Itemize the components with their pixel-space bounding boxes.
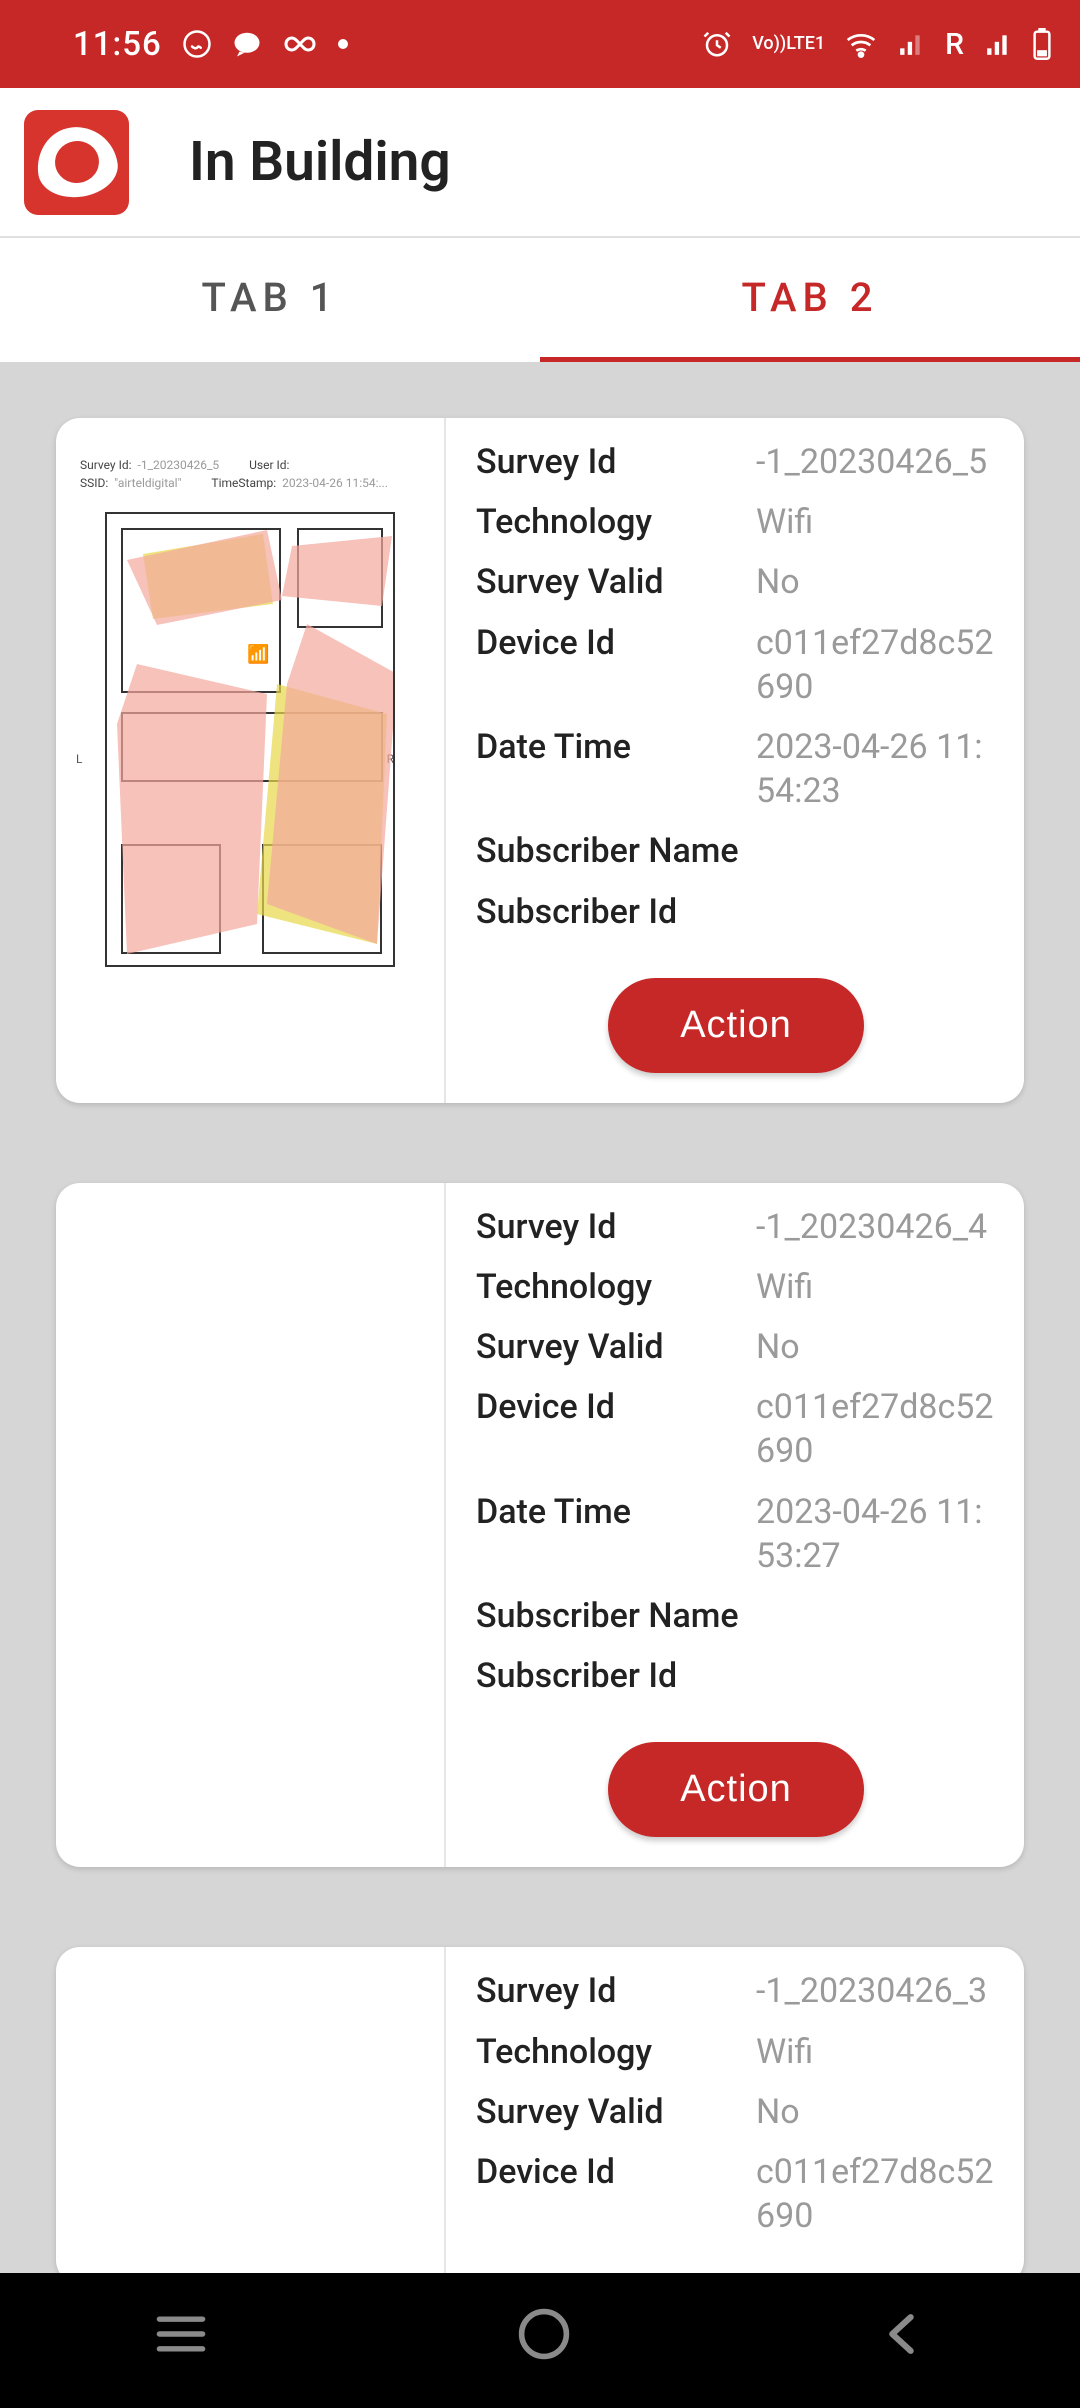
status-bar: 11:56 Vo))LTE1 R [0,0,1080,88]
survey-details: Survey Id-1_20230426_3 TechnologyWifi Su… [446,1947,1024,2284]
signal-icon [897,31,925,57]
tab-1[interactable]: TAB 1 [0,238,540,362]
survey-card: Survey Id: -1_20230426_5 User Id: SSID: "a… [56,418,1024,1103]
survey-card: Survey Id-1_20230426_4 TechnologyWifi Su… [56,1183,1024,1868]
value-subscriber-id [756,1654,996,1698]
value-survey-id: -1_20230426_4 [756,1205,996,1249]
survey-details: Survey Id-1_20230426_5 TechnologyWifi Su… [446,418,1024,1103]
label-survey-valid: Survey Valid [476,2090,756,2134]
label-device-id: Device Id [476,621,756,709]
label-subscriber-name: Subscriber Name [476,1594,756,1638]
thumb-survey-id-label: Survey Id: [80,458,132,472]
label-device-id: Device Id [476,1385,756,1473]
value-technology: Wifi [756,500,996,544]
thumb-user-id-label: User Id: [249,458,289,472]
tab-2[interactable]: TAB 2 [540,238,1080,362]
app-bar: In Building [0,88,1080,238]
whatsapp-icon [182,29,212,59]
label-date-time: Date Time [476,725,756,813]
value-survey-id: -1_20230426_5 [756,440,996,484]
tab-bar: TAB 1 TAB 2 [0,238,1080,362]
thumb-ts-value: 2023-04-26 11:54:... [282,476,388,490]
thumb-ssid-value: "airteldigital" [114,476,181,490]
action-button[interactable]: Action [608,978,864,1073]
thumb-survey-id-value: -1_20230426_5 [138,458,220,472]
status-time: 11:56 [73,25,162,64]
label-survey-id: Survey Id [476,440,756,484]
thumb-ssid-label: SSID: [80,476,108,490]
label-technology: Technology [476,500,756,544]
label-device-id: Device Id [476,2150,756,2238]
signal2-icon [984,31,1012,57]
dot-icon [338,39,348,49]
system-nav-bar [0,2273,1080,2408]
value-subscriber-name [756,829,996,873]
battery-icon [1032,28,1052,60]
volte-label: LTE1 [786,36,825,52]
thumb-ts-label: TimeStamp: [211,476,276,490]
floor-plan: 📶 [105,512,395,967]
wifi-icon [845,30,877,58]
status-left: 11:56 [28,25,348,64]
wifi-marker-icon: 📶 [247,644,269,665]
label-subscriber-id: Subscriber Id [476,890,756,934]
chat-icon [232,29,262,59]
label-survey-valid: Survey Valid [476,1325,756,1369]
roaming-icon: R [945,27,964,62]
value-survey-valid: No [756,1325,996,1369]
label-subscriber-name: Subscriber Name [476,829,756,873]
value-survey-id: -1_20230426_3 [756,1969,996,2013]
value-date-time: 2023-04-26 11:54:23 [756,725,996,813]
content-scroll[interactable]: Survey Id: -1_20230426_5 User Id: SSID: "a… [0,362,1080,2340]
value-device-id: c011ef27d8c52690 [756,2150,996,2238]
action-button[interactable]: Action [608,1742,864,1837]
infinity-icon [282,34,318,54]
label-subscriber-id: Subscriber Id [476,1654,756,1698]
survey-details: Survey Id-1_20230426_4 TechnologyWifi Su… [446,1183,1024,1868]
home-button[interactable] [516,2306,572,2366]
alarm-icon [702,29,732,59]
survey-thumbnail[interactable] [56,1947,446,2284]
value-subscriber-id [756,890,996,934]
volte-icon: Vo))LTE1 [752,36,825,52]
label-survey-valid: Survey Valid [476,560,756,604]
value-technology: Wifi [756,1265,996,1309]
label-technology: Technology [476,1265,756,1309]
thumb-left-label: L [76,752,82,766]
value-device-id: c011ef27d8c52690 [756,1385,996,1473]
page-title: In Building [189,130,451,194]
back-button[interactable] [880,2311,926,2361]
survey-thumbnail[interactable]: Survey Id: -1_20230426_5 User Id: SSID: "a… [56,418,446,1103]
label-survey-id: Survey Id [476,1969,756,2013]
label-survey-id: Survey Id [476,1205,756,1249]
value-survey-valid: No [756,2090,996,2134]
value-survey-valid: No [756,560,996,604]
value-technology: Wifi [756,2030,996,2074]
survey-thumbnail[interactable] [56,1183,446,1868]
label-technology: Technology [476,2030,756,2074]
value-device-id: c011ef27d8c52690 [756,621,996,709]
value-subscriber-name [756,1594,996,1638]
label-date-time: Date Time [476,1490,756,1578]
survey-card: Survey Id-1_20230426_3 TechnologyWifi Su… [56,1947,1024,2284]
recents-button[interactable] [154,2313,208,2359]
status-right: Vo))LTE1 R [702,27,1052,62]
value-date-time: 2023-04-26 11:53:27 [756,1490,996,1578]
app-logo [24,110,129,215]
